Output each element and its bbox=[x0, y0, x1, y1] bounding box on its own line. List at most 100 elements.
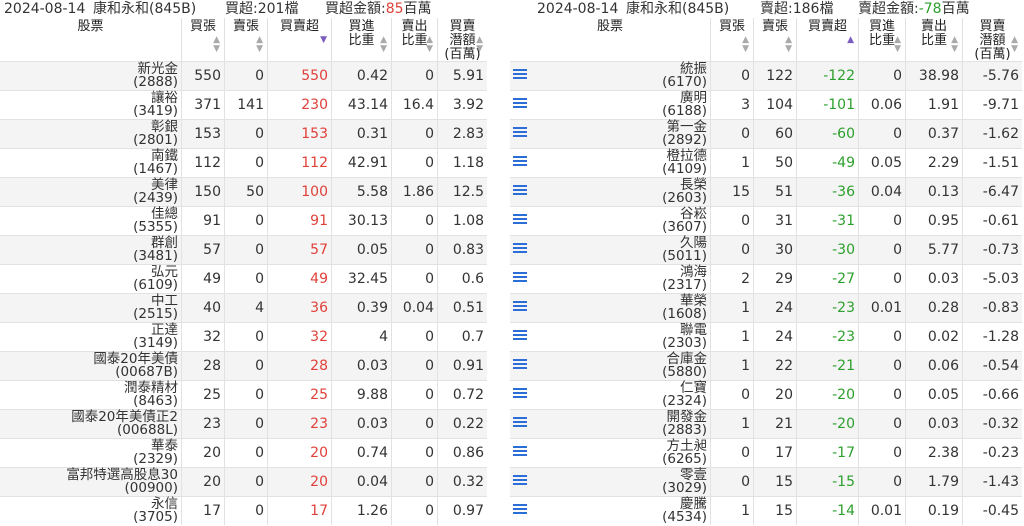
list-icon[interactable] bbox=[513, 156, 527, 168]
buy-amount: 買超金額:85百萬 bbox=[325, 1, 432, 17]
sort-arrows-icon[interactable]: ▲ ▼ bbox=[1011, 36, 1018, 54]
cell-net: 230 bbox=[267, 91, 331, 119]
column-header-net[interactable]: 買賣超 ▼ bbox=[267, 18, 331, 61]
list-icon[interactable] bbox=[513, 446, 527, 458]
cell-stock: 佳總 (5355) bbox=[0, 207, 181, 235]
column-header-sell-ratio[interactable]: 賣出 比重 ▲ ▼ bbox=[391, 18, 437, 61]
table-row[interactable]: 華泰 (2329) 20 0 20 0.74 0 0.86 bbox=[0, 438, 487, 467]
table-row[interactable]: 仁寶 (2324) 0 20 -20 0 0.05 -0.66 bbox=[510, 380, 1022, 409]
table-row[interactable]: 零壹 (3029) 0 15 -15 0 1.79 -1.43 bbox=[510, 467, 1022, 496]
table-row[interactable]: 中工 (2515) 40 4 36 0.39 0.04 0.51 bbox=[0, 293, 487, 322]
buy-count: 買超:201檔 bbox=[225, 1, 299, 17]
column-header-net[interactable]: 買賣超 ▲ bbox=[796, 18, 858, 61]
table-row[interactable]: 群創 (3481) 57 0 57 0.05 0 0.83 bbox=[0, 235, 487, 264]
sort-arrows-icon[interactable]: ▲ ▼ bbox=[742, 36, 749, 54]
table-row[interactable]: 方土昶 (6265) 0 17 -17 0 2.38 -0.23 bbox=[510, 438, 1022, 467]
column-header-label: 潛額 bbox=[979, 33, 1006, 48]
column-header-buy[interactable]: 買張 ▲ ▼ bbox=[181, 18, 224, 61]
sort-arrows-icon[interactable]: ▲ ▼ bbox=[894, 36, 901, 54]
cell-stock: 群創 (3481) bbox=[0, 236, 181, 264]
table-row[interactable]: 聯電 (2303) 1 24 -23 0 0.02 -1.28 bbox=[510, 322, 1022, 351]
column-header-buy[interactable]: 買張 ▲ ▼ bbox=[710, 18, 753, 61]
cell-stock: 潤泰精材 (8463) bbox=[0, 381, 181, 409]
table-row[interactable]: 富邦特選高股息30 (00900) 20 0 20 0.04 0 0.32 bbox=[0, 467, 487, 496]
stock-code: (2888) bbox=[133, 74, 178, 90]
column-header-label: 賣出 bbox=[920, 19, 947, 34]
column-header-stock[interactable]: 股票 bbox=[0, 18, 181, 61]
cell-net: -122 bbox=[796, 62, 858, 90]
cell-buy-ratio: 0 bbox=[858, 352, 905, 380]
table-row[interactable]: 佳總 (5355) 91 0 91 30.13 0 1.08 bbox=[0, 206, 487, 235]
list-icon[interactable] bbox=[513, 388, 527, 400]
sort-arrows-icon[interactable]: ▲ ▼ bbox=[785, 36, 792, 54]
list-icon[interactable] bbox=[513, 359, 527, 371]
list-icon[interactable] bbox=[513, 272, 527, 284]
column-header-potential[interactable]: 買賣 潛額 (百萬) ▲ ▼ bbox=[962, 18, 1022, 62]
stock-code: (2883) bbox=[662, 422, 707, 438]
cell-potential: 2.83 bbox=[437, 120, 487, 148]
table-row[interactable]: 第一金 (2892) 0 60 -60 0 0.37 -1.62 bbox=[510, 119, 1022, 148]
cell-buy-ratio: 0 bbox=[858, 323, 905, 351]
sort-arrows-icon[interactable]: ▲ ▼ bbox=[476, 36, 483, 54]
list-icon[interactable] bbox=[513, 417, 527, 429]
cell-sell: 0 bbox=[224, 236, 267, 264]
cell-potential: 0.51 bbox=[437, 294, 487, 322]
cell-buy-ratio: 0.01 bbox=[858, 294, 905, 322]
cell-buy: 23 bbox=[181, 410, 224, 438]
table-row[interactable]: 弘元 (6109) 49 0 49 32.45 0 0.6 bbox=[0, 264, 487, 293]
table-row[interactable]: 鴻海 (2317) 2 29 -27 0 0.03 -5.03 bbox=[510, 264, 1022, 293]
table-row[interactable]: 潤泰精材 (8463) 25 0 25 9.88 0 0.72 bbox=[0, 380, 487, 409]
sort-arrows-icon[interactable]: ▲ ▼ bbox=[213, 36, 220, 54]
table-row[interactable]: 讓裕 (3419) 371 141 230 43.14 16.4 3.92 bbox=[0, 90, 487, 119]
column-header-buy-ratio[interactable]: 買進 比重 ▲ ▼ bbox=[858, 18, 905, 61]
sort-arrows-icon[interactable]: ▲ bbox=[847, 36, 854, 45]
sort-arrows-icon[interactable]: ▲ ▼ bbox=[256, 36, 263, 54]
sort-arrows-icon[interactable]: ▼ bbox=[320, 36, 327, 45]
list-icon[interactable] bbox=[513, 475, 527, 487]
sort-arrows-icon[interactable]: ▲ ▼ bbox=[951, 36, 958, 54]
column-header-buy-ratio[interactable]: 買進 比重 ▲ ▼ bbox=[331, 18, 391, 61]
cell-sell-ratio: 0 bbox=[391, 352, 437, 380]
table-row[interactable]: 統振 (6170) 0 122 -122 0 38.98 -5.76 bbox=[510, 61, 1022, 90]
cell-buy-ratio: 0.03 bbox=[331, 352, 391, 380]
table-row[interactable]: 南鐵 (1467) 112 0 112 42.91 0 1.18 bbox=[0, 148, 487, 177]
table-row[interactable]: 久陽 (5011) 0 30 -30 0 5.77 -0.73 bbox=[510, 235, 1022, 264]
list-icon[interactable] bbox=[513, 98, 527, 110]
table-row[interactable]: 正達 (3149) 32 0 32 4 0 0.7 bbox=[0, 322, 487, 351]
list-icon[interactable] bbox=[513, 185, 527, 197]
stock-code: (3149) bbox=[133, 335, 178, 351]
list-icon[interactable] bbox=[513, 69, 527, 81]
table-row[interactable]: 開發金 (2883) 1 21 -20 0 0.03 -0.32 bbox=[510, 409, 1022, 438]
column-header-potential[interactable]: 買賣 潛額 (百萬) ▲ ▼ bbox=[437, 18, 487, 62]
table-row[interactable]: 國泰20年美債 (00687B) 28 0 28 0.03 0 0.91 bbox=[0, 351, 487, 380]
column-header-label: 買賣超 bbox=[279, 19, 319, 34]
table-row[interactable]: 彰銀 (2801) 153 0 153 0.31 0 2.83 bbox=[0, 119, 487, 148]
sort-arrows-icon[interactable]: ▲ ▼ bbox=[380, 36, 387, 54]
cell-net: -101 bbox=[796, 91, 858, 119]
table-row[interactable]: 國泰20年美債正2 (00688L) 23 0 23 0.03 0 0.22 bbox=[0, 409, 487, 438]
column-header-sell-ratio[interactable]: 賣出 比重 ▲ ▼ bbox=[905, 18, 962, 61]
column-header-stock[interactable]: 股票 bbox=[510, 18, 710, 61]
cell-stock: 合庫金 (5880) bbox=[510, 352, 710, 380]
list-icon[interactable] bbox=[513, 214, 527, 226]
column-header-sell[interactable]: 賣張 ▲ ▼ bbox=[753, 18, 796, 61]
list-icon[interactable] bbox=[513, 127, 527, 139]
cell-stock: 新光金 (2888) bbox=[0, 62, 181, 90]
table-row[interactable]: 新光金 (2888) 550 0 550 0.42 0 5.91 bbox=[0, 61, 487, 90]
table-row[interactable]: 合庫金 (5880) 1 22 -21 0 0.06 -0.54 bbox=[510, 351, 1022, 380]
list-icon[interactable] bbox=[513, 243, 527, 255]
table-row[interactable]: 華榮 (1608) 1 24 -23 0.01 0.28 -0.83 bbox=[510, 293, 1022, 322]
table-row[interactable]: 廣明 (6188) 3 104 -101 0.06 1.91 -9.71 bbox=[510, 90, 1022, 119]
sell-panel: 2024-08-14 康和永和(845B) 賣超:186檔 賣超金額:-78百萬… bbox=[510, 0, 1024, 525]
table-row[interactable]: 長榮 (2603) 15 51 -36 0.04 0.13 -6.47 bbox=[510, 177, 1022, 206]
list-icon[interactable] bbox=[513, 504, 527, 516]
table-row[interactable]: 谷崧 (3607) 0 31 -31 0 0.95 -0.61 bbox=[510, 206, 1022, 235]
cell-sell-ratio: 38.98 bbox=[905, 62, 962, 90]
cell-buy: 49 bbox=[181, 265, 224, 293]
list-icon[interactable] bbox=[513, 330, 527, 342]
list-icon[interactable] bbox=[513, 301, 527, 313]
table-row[interactable]: 橙拉德 (4109) 1 50 -49 0.05 2.29 -1.51 bbox=[510, 148, 1022, 177]
table-row[interactable]: 美律 (2439) 150 50 100 5.58 1.86 12.5 bbox=[0, 177, 487, 206]
sort-arrows-icon[interactable]: ▲ ▼ bbox=[426, 36, 433, 54]
column-header-sell[interactable]: 賣張 ▲ ▼ bbox=[224, 18, 267, 61]
